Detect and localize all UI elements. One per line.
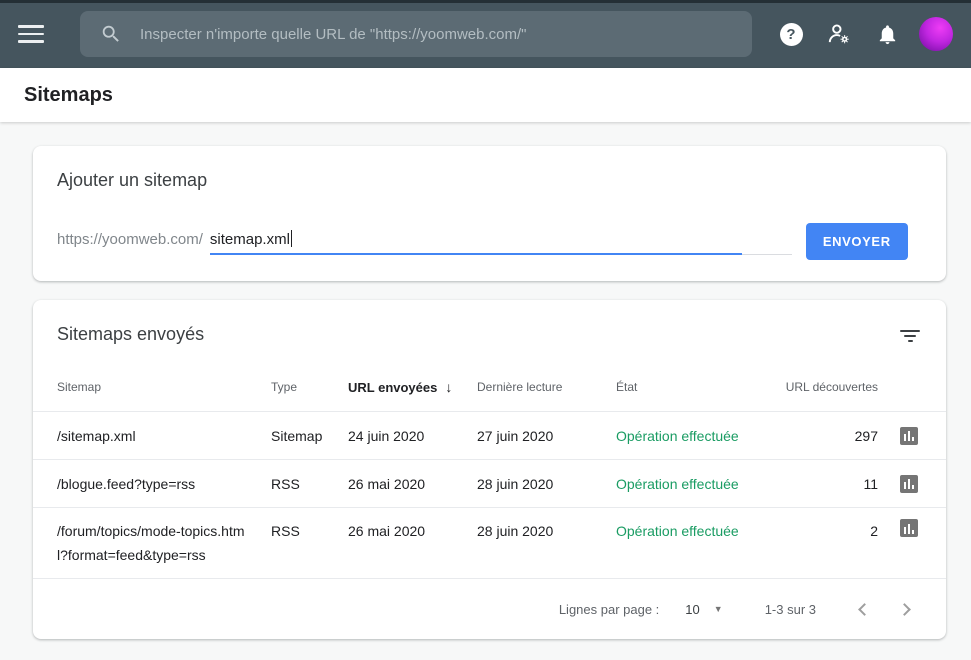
- url-prefix-label: https://yoomweb.com/: [57, 231, 203, 255]
- table-header-row: Sitemap Type URL envoyées↓ Dernière lect…: [33, 362, 946, 412]
- sort-desc-icon: ↓: [445, 379, 452, 395]
- chevron-left-icon: [858, 603, 871, 616]
- submit-sitemap-button[interactable]: ENVOYER: [806, 223, 908, 260]
- header-status[interactable]: État: [616, 380, 782, 394]
- user-settings-button[interactable]: [815, 10, 863, 58]
- search-icon: [100, 23, 122, 45]
- main-content: Ajouter un sitemap https://yoomweb.com/ …: [0, 122, 971, 639]
- cell-type: RSS: [271, 519, 348, 543]
- submitted-sitemaps-card: Sitemaps envoyés Sitemap Type URL envoyé…: [33, 300, 946, 639]
- rows-per-page-label: Lignes par page :: [559, 602, 659, 617]
- status-badge: Opération effectuée: [616, 519, 782, 543]
- submitted-sitemaps-title: Sitemaps envoyés: [57, 324, 204, 345]
- pagination-bar: Lignes par page : 10 ▼ 1-3 sur 3: [33, 579, 946, 639]
- bell-icon: [876, 23, 899, 46]
- header-url-sent[interactable]: URL envoyées↓: [348, 379, 477, 395]
- top-app-bar: ?: [0, 0, 971, 68]
- pagination-range: 1-3 sur 3: [765, 602, 816, 617]
- account-avatar-button[interactable]: [911, 10, 959, 58]
- cell-discovered: 2: [782, 519, 878, 543]
- cell-submitted: 26 mai 2020: [348, 519, 477, 543]
- page-header: Sitemaps: [0, 68, 971, 122]
- user-gear-icon: [826, 21, 852, 47]
- chevron-right-icon: [898, 603, 911, 616]
- status-badge: Opération effectuée: [616, 428, 782, 444]
- url-inspection-searchbox[interactable]: [80, 11, 752, 57]
- header-url-discovered[interactable]: URL découvertes: [782, 380, 878, 394]
- text-cursor: [291, 230, 293, 247]
- cell-last-read: 27 juin 2020: [477, 428, 616, 444]
- header-type[interactable]: Type: [271, 380, 348, 394]
- cell-type: RSS: [271, 476, 348, 492]
- help-button[interactable]: ?: [767, 10, 815, 58]
- status-badge: Opération effectuée: [616, 476, 782, 492]
- bar-chart-icon[interactable]: [900, 519, 918, 537]
- cell-discovered: 297: [782, 428, 878, 444]
- rows-per-page-value[interactable]: 10: [685, 602, 699, 617]
- add-sitemap-title: Ajouter un sitemap: [57, 170, 922, 191]
- cell-last-read: 28 juin 2020: [477, 519, 616, 543]
- cell-type: Sitemap: [271, 428, 348, 444]
- input-underline-tail: [742, 254, 792, 255]
- cell-discovered: 11: [782, 476, 878, 492]
- cell-submitted: 24 juin 2020: [348, 428, 477, 444]
- chevron-down-icon[interactable]: ▼: [714, 604, 723, 614]
- header-last-read[interactable]: Dernière lecture: [477, 380, 616, 394]
- cell-submitted: 26 mai 2020: [348, 476, 477, 492]
- menu-icon[interactable]: [18, 20, 44, 48]
- search-input[interactable]: [140, 26, 736, 43]
- table-row[interactable]: /forum/topics/mode-topics.html?format=fe…: [33, 508, 946, 579]
- add-sitemap-card: Ajouter un sitemap https://yoomweb.com/ …: [33, 146, 946, 281]
- notifications-button[interactable]: [863, 10, 911, 58]
- table-row[interactable]: /blogue.feed?type=rss RSS 26 mai 2020 28…: [33, 460, 946, 508]
- cell-sitemap: /blogue.feed?type=rss: [57, 472, 271, 496]
- cell-sitemap: /sitemap.xml: [57, 424, 271, 448]
- sitemap-input-value: sitemap.xml: [210, 231, 290, 248]
- cell-sitemap: /forum/topics/mode-topics.html?format=fe…: [57, 519, 271, 567]
- bar-chart-icon[interactable]: [900, 427, 918, 445]
- header-sitemap[interactable]: Sitemap: [57, 380, 271, 394]
- filter-icon[interactable]: [898, 324, 922, 348]
- cell-last-read: 28 juin 2020: [477, 476, 616, 492]
- add-sitemap-form: https://yoomweb.com/ sitemap.xml ENVOYER: [57, 223, 922, 255]
- sitemap-input[interactable]: sitemap.xml: [210, 230, 742, 255]
- bar-chart-icon[interactable]: [900, 475, 918, 493]
- previous-page-button[interactable]: [844, 589, 884, 629]
- table-row[interactable]: /sitemap.xml Sitemap 24 juin 2020 27 jui…: [33, 412, 946, 460]
- page-title: Sitemaps: [24, 84, 113, 107]
- avatar: [919, 17, 953, 51]
- help-icon: ?: [780, 23, 803, 46]
- window-top-strip: [0, 0, 971, 3]
- next-page-button[interactable]: [884, 589, 924, 629]
